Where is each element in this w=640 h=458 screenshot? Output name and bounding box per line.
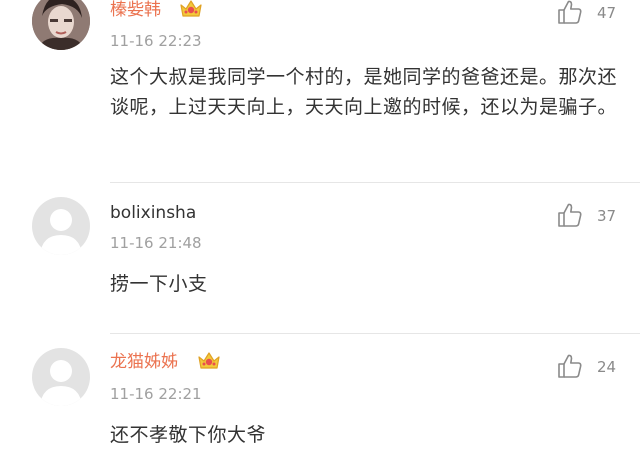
- user-avatar[interactable]: [32, 0, 90, 50]
- avatar-photo-icon: [32, 0, 90, 50]
- comment-text: 捞一下小支: [110, 273, 208, 295]
- thumbs-up-icon: [558, 0, 582, 24]
- user-avatar[interactable]: [32, 197, 90, 255]
- like-button[interactable]: 47: [556, 0, 640, 28]
- username[interactable]: 榛姕韩: [110, 0, 161, 20]
- comment-item: 榛姕韩 11-16 22:23 47 这个大叔是我同学一个村的，是她同学的爸爸还…: [0, 0, 640, 183]
- like-count: 24: [597, 358, 617, 376]
- like-button[interactable]: 37: [556, 201, 640, 231]
- user-avatar[interactable]: [32, 348, 90, 406]
- like-count: 37: [597, 207, 617, 225]
- like-count: 47: [597, 4, 617, 22]
- comment-item: 龙猫姊姊 11-16 22:21 24 还不孝敬下你大爷: [0, 334, 640, 458]
- comment-time: 11-16 22:23: [110, 32, 202, 50]
- username[interactable]: 龙猫姊姊: [110, 352, 178, 372]
- crown-badge-icon[interactable]: [178, 0, 204, 19]
- comment-text: 这个大叔是我同学一个村的，是她同学的爸爸还是。那次还谈呢，上过天天向上，天天向上…: [110, 66, 618, 118]
- comment-item: bolixinsha 11-16 21:48 37 捞一下小支: [0, 183, 640, 334]
- comment-text: 还不孝敬下你大爷: [110, 424, 267, 446]
- comment-time: 11-16 22:21: [110, 385, 202, 403]
- crown-badge-icon[interactable]: [196, 349, 222, 371]
- thumbs-up-icon: [558, 354, 582, 378]
- username[interactable]: bolixinsha: [110, 203, 196, 223]
- thumbs-up-icon: [558, 203, 582, 227]
- like-button[interactable]: 24: [556, 352, 640, 382]
- user-silhouette-icon: [40, 360, 82, 406]
- user-silhouette-icon: [40, 209, 82, 255]
- comment-time: 11-16 21:48: [110, 234, 202, 252]
